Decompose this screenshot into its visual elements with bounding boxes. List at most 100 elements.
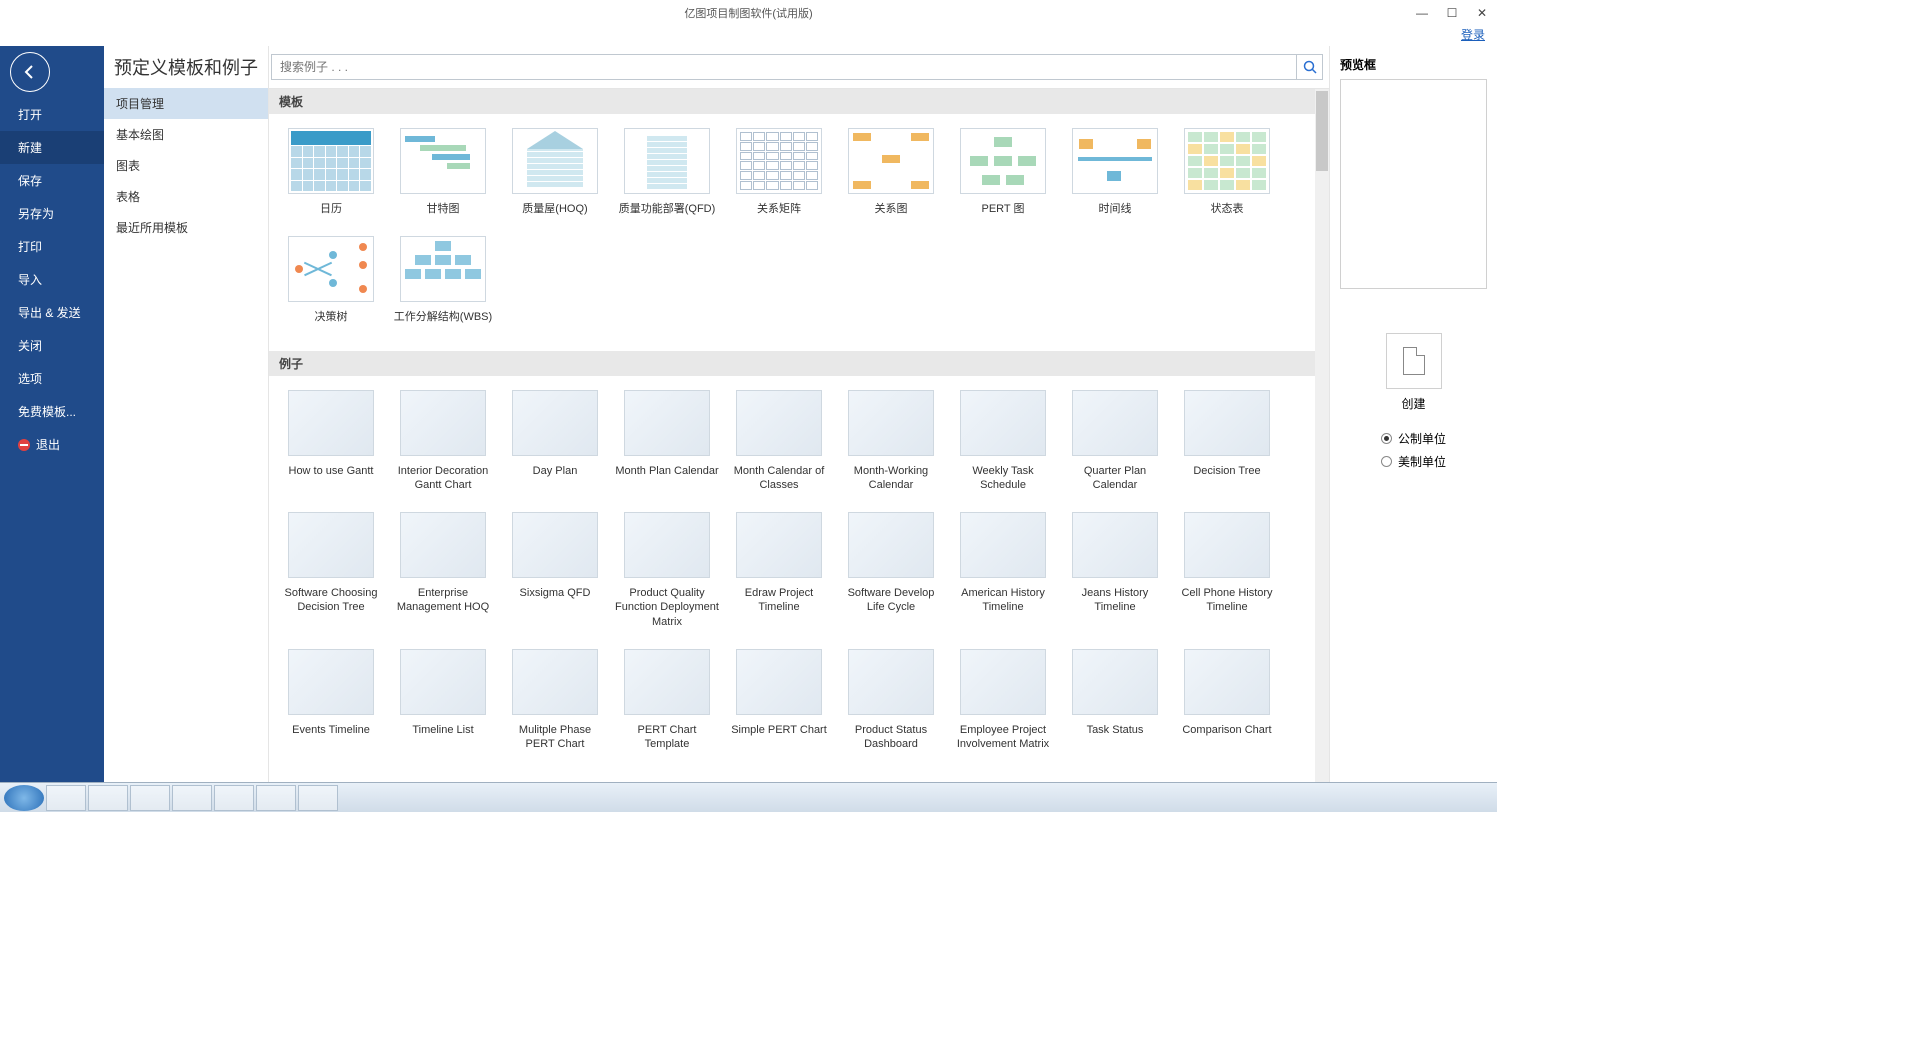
search-icon [1303,60,1317,74]
template-thumbnail [400,649,486,715]
template-tile[interactable]: PERT 图 [947,128,1059,216]
template-label: Month-Working Calendar [835,464,947,493]
template-thumbnail [624,390,710,456]
scrollbar-thumb[interactable] [1316,91,1328,171]
template-tile[interactable]: Simple PERT Chart [723,649,835,752]
category-item[interactable]: 基本绘图 [104,119,268,150]
template-tile[interactable]: Software Develop Life Cycle [835,512,947,629]
create-label: 创建 [1401,395,1425,412]
nav-item[interactable]: 另存为 [0,197,104,230]
nav-item[interactable]: 新建 [0,131,104,164]
template-tile[interactable]: Mulitple Phase PERT Chart [499,649,611,752]
nav-item[interactable]: 打印 [0,230,104,263]
nav-item[interactable]: 导出 & 发送 [0,296,104,329]
template-tile[interactable]: Task Status [1059,649,1171,752]
template-thumbnail [288,236,374,302]
template-label: Weekly Task Schedule [947,464,1059,493]
template-tile[interactable]: How to use Gantt [275,390,387,493]
template-tile[interactable]: Employee Project Involvement Matrix [947,649,1059,752]
template-thumbnail [1072,390,1158,456]
template-thumbnail [848,390,934,456]
template-tile[interactable]: Decision Tree [1171,390,1283,493]
template-tile[interactable]: Month-Working Calendar [835,390,947,493]
template-tile[interactable]: Comparison Chart [1171,649,1283,752]
template-tile[interactable]: Product Status Dashboard [835,649,947,752]
template-tile[interactable]: Software Choosing Decision Tree [275,512,387,629]
search-button[interactable] [1297,54,1323,80]
template-thumbnail [1072,512,1158,578]
nav-item[interactable]: 打开 [0,98,104,131]
category-item[interactable]: 图表 [104,150,268,181]
taskbar-item[interactable] [172,785,212,811]
nav-item[interactable]: 关闭 [0,329,104,362]
taskbar-item[interactable] [298,785,338,811]
close-button[interactable]: ✕ [1467,2,1497,24]
template-tile[interactable]: 时间线 [1059,128,1171,216]
template-tile[interactable]: Edraw Project Timeline [723,512,835,629]
template-tile[interactable]: Events Timeline [275,649,387,752]
template-label: How to use Gantt [285,464,378,478]
template-tile[interactable]: American History Timeline [947,512,1059,629]
scrollbar-track[interactable] [1315,89,1329,782]
back-button[interactable] [10,52,50,92]
login-link[interactable]: 登录 [1461,26,1485,46]
templates-scroll-area[interactable]: 模板 日历甘特图质量屋(HOQ)质量功能部署(QFD)关系矩阵关系图PERT 图… [269,88,1329,782]
template-tile[interactable]: 工作分解结构(WBS) [387,236,499,324]
taskbar-item[interactable] [46,785,86,811]
main-content: 模板 日历甘特图质量屋(HOQ)质量功能部署(QFD)关系矩阵关系图PERT 图… [269,46,1329,782]
template-tile[interactable]: Quarter Plan Calendar [1059,390,1171,493]
template-tile[interactable]: 决策树 [275,236,387,324]
taskbar-item[interactable] [88,785,128,811]
template-thumbnail [624,649,710,715]
taskbar-item[interactable] [214,785,254,811]
nav-item[interactable]: 免费模板... [0,395,104,428]
template-tile[interactable]: Weekly Task Schedule [947,390,1059,493]
taskbar-item[interactable] [256,785,296,811]
search-input[interactable] [271,54,1297,80]
template-tile[interactable]: 日历 [275,128,387,216]
template-tile[interactable]: Cell Phone History Timeline [1171,512,1283,629]
minimize-button[interactable]: — [1407,2,1437,24]
template-thumbnail [960,649,1046,715]
template-tile[interactable]: 状态表 [1171,128,1283,216]
unit-option[interactable]: 美制单位 [1381,453,1446,470]
category-item[interactable]: 表格 [104,181,268,212]
nav-item[interactable]: 选项 [0,362,104,395]
template-tile[interactable]: Jeans History Timeline [1059,512,1171,629]
search-row [269,46,1329,88]
template-thumbnail [736,512,822,578]
nav-item[interactable]: 导入 [0,263,104,296]
template-tile[interactable]: Interior Decoration Gantt Chart [387,390,499,493]
template-thumbnail [624,512,710,578]
nav-item-exit[interactable]: 退出 [0,428,104,461]
template-label: Timeline List [408,723,477,737]
template-tile[interactable]: Month Calendar of Classes [723,390,835,493]
template-tile[interactable]: 关系矩阵 [723,128,835,216]
template-tile[interactable]: 质量功能部署(QFD) [611,128,723,216]
taskbar-item[interactable] [130,785,170,811]
template-label: 状态表 [1207,202,1248,216]
unit-option[interactable]: 公制单位 [1381,430,1446,447]
nav-item[interactable]: 保存 [0,164,104,197]
category-item[interactable]: 项目管理 [104,88,268,119]
template-tile[interactable]: Timeline List [387,649,499,752]
template-tile[interactable]: 关系图 [835,128,947,216]
template-thumbnail [400,236,486,302]
create-button[interactable] [1386,333,1442,389]
taskbar[interactable] [0,782,1497,812]
template-label: 关系矩阵 [753,202,805,216]
template-label: 时间线 [1095,202,1136,216]
exit-icon [18,439,30,451]
template-tile[interactable]: Product Quality Function Deployment Matr… [611,512,723,629]
template-tile[interactable]: Enterprise Management HOQ [387,512,499,629]
template-tile[interactable]: Sixsigma QFD [499,512,611,629]
template-tile[interactable]: 质量屋(HOQ) [499,128,611,216]
units-group: 公制单位美制单位 [1381,430,1446,470]
start-button[interactable] [4,785,44,811]
template-tile[interactable]: 甘特图 [387,128,499,216]
template-tile[interactable]: PERT Chart Template [611,649,723,752]
maximize-button[interactable]: ☐ [1437,2,1467,24]
category-item[interactable]: 最近所用模板 [104,212,268,243]
template-tile[interactable]: Day Plan [499,390,611,493]
template-tile[interactable]: Month Plan Calendar [611,390,723,493]
